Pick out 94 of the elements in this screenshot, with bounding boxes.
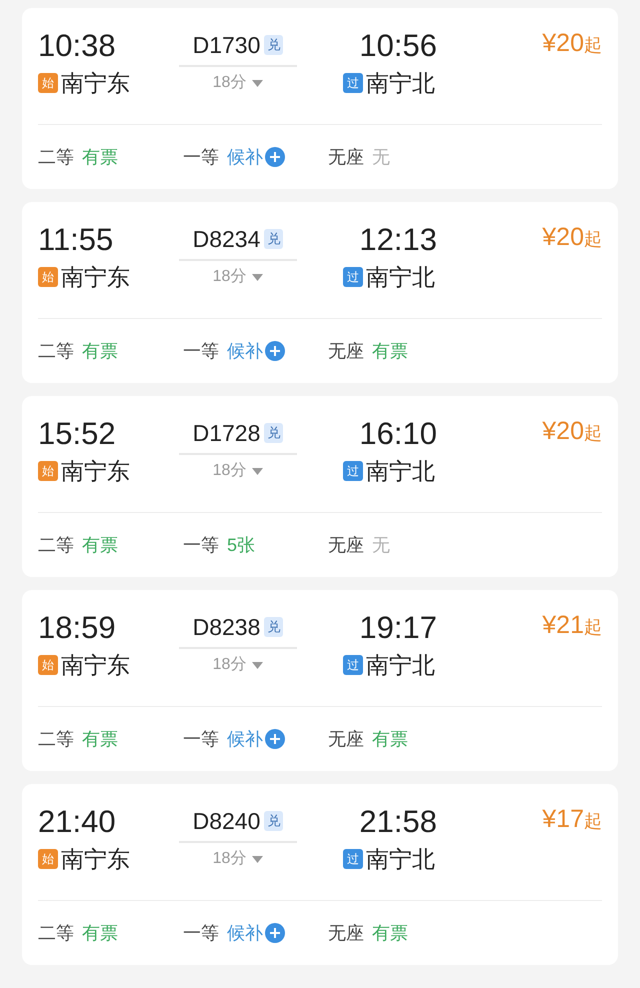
- seat-class: 无座: [328, 728, 364, 750]
- price-suffix: 起: [584, 616, 602, 639]
- seat-class: 一等: [183, 146, 219, 168]
- plus-icon[interactable]: [265, 729, 285, 749]
- seat-class: 一等: [183, 922, 219, 944]
- price: ¥20: [542, 28, 584, 58]
- train-card[interactable]: 21:40 始 南宁东 D8240 兑 18分 21:58 过 南宁北 ¥17起 二等 有票 一等 候补 无座 有票: [22, 784, 618, 965]
- seat-status: 有票: [82, 728, 118, 750]
- origin-badge: 始: [38, 267, 58, 287]
- price-suffix: 起: [584, 810, 602, 833]
- station-name: 南宁北: [366, 263, 435, 292]
- train-card[interactable]: 18:59 始 南宁东 D8238 兑 18分 19:17 过 南宁北 ¥21起 二等 有票 一等 候补 无座 有票: [22, 590, 618, 771]
- price: ¥20: [542, 222, 584, 252]
- station-name: 南宁北: [366, 651, 435, 680]
- station-name: 南宁东: [61, 457, 130, 486]
- departure-time: 10:38: [38, 28, 116, 64]
- pass-badge: 过: [343, 73, 363, 93]
- plus-icon[interactable]: [265, 923, 285, 943]
- seat-status: 无: [372, 534, 390, 556]
- seat-status: 有票: [372, 922, 408, 944]
- station-name: 南宁北: [366, 457, 435, 486]
- seat-status: 有票: [82, 534, 118, 556]
- departure-time: 15:52: [38, 416, 116, 452]
- seat-status: 候补: [227, 922, 263, 944]
- seat-class: 二等: [38, 534, 74, 556]
- train-number: D1730: [192, 30, 260, 60]
- seat-class: 二等: [38, 340, 74, 362]
- arrival-time: 16:10: [359, 416, 437, 452]
- caret-icon: [252, 856, 264, 862]
- station-name: 南宁东: [61, 845, 130, 874]
- train-card[interactable]: 15:52 始 南宁东 D1728 兑 18分 16:10 过 南宁北 ¥20起 二等 有票 一等 5张 无座 无: [22, 396, 618, 577]
- price: ¥17: [542, 804, 584, 834]
- seat-status: 有票: [82, 146, 118, 168]
- arrival-time: 21:58: [359, 804, 437, 840]
- origin-badge: 始: [38, 73, 58, 93]
- train-card[interactable]: 10:38 始 南宁东 D1730 兑 18分 10:56 过 南宁北 ¥20起 二等 有票 一等 候补 无座 无: [22, 8, 618, 189]
- plus-icon[interactable]: [265, 341, 285, 361]
- train-card[interactable]: 11:55 始 南宁东 D8234 兑 18分 12:13 过 南宁北 ¥20起 二等 有票 一等 候补 无座 有票: [22, 202, 618, 383]
- seat-status: 5张: [227, 534, 256, 556]
- station-name: 南宁东: [61, 263, 130, 292]
- seat-class: 无座: [328, 146, 364, 168]
- arrival-time: 10:56: [359, 28, 437, 64]
- seat-status: 有票: [372, 728, 408, 750]
- train-badge: 兑: [264, 423, 284, 443]
- departure-time: 18:59: [38, 610, 116, 646]
- train-badge: 兑: [264, 811, 284, 831]
- station-name: 南宁东: [61, 69, 130, 98]
- caret-icon: [252, 662, 264, 668]
- train-number: D1728: [192, 418, 260, 448]
- seat-class: 一等: [183, 728, 219, 750]
- seat-status: 有票: [372, 340, 408, 362]
- pass-badge: 过: [343, 267, 363, 287]
- station-name: 南宁北: [366, 845, 435, 874]
- seat-class: 二等: [38, 146, 74, 168]
- train-number: D8238: [192, 612, 260, 642]
- seat-class: 二等: [38, 922, 74, 944]
- pass-badge: 过: [343, 655, 363, 675]
- seat-class: 无座: [328, 534, 364, 556]
- price-suffix: 起: [584, 422, 602, 445]
- seat-status: 有票: [82, 922, 118, 944]
- seat-class: 二等: [38, 728, 74, 750]
- caret-icon: [252, 274, 264, 280]
- train-badge: 兑: [264, 35, 284, 55]
- pass-badge: 过: [343, 849, 363, 869]
- seat-class: 一等: [183, 340, 219, 362]
- caret-icon: [252, 468, 264, 474]
- seat-status: 有票: [82, 340, 118, 362]
- pass-badge: 过: [343, 461, 363, 481]
- origin-badge: 始: [38, 461, 58, 481]
- seat-class: 无座: [328, 340, 364, 362]
- origin-badge: 始: [38, 849, 58, 869]
- arrival-time: 19:17: [359, 610, 437, 646]
- seat-status: 候补: [227, 146, 263, 168]
- seat-status: 无: [372, 146, 390, 168]
- origin-badge: 始: [38, 655, 58, 675]
- train-number: D8234: [192, 224, 260, 254]
- price-suffix: 起: [584, 228, 602, 251]
- seat-class: 无座: [328, 922, 364, 944]
- train-badge: 兑: [264, 229, 284, 249]
- train-number: D8240: [192, 806, 260, 836]
- seat-status: 候补: [227, 340, 263, 362]
- seat-class: 一等: [183, 534, 219, 556]
- station-name: 南宁北: [366, 69, 435, 98]
- plus-icon[interactable]: [265, 147, 285, 167]
- price-suffix: 起: [584, 34, 602, 57]
- departure-time: 21:40: [38, 804, 116, 840]
- station-name: 南宁东: [61, 651, 130, 680]
- seat-status: 候补: [227, 728, 263, 750]
- caret-icon: [252, 80, 264, 86]
- price: ¥20: [542, 416, 584, 446]
- price: ¥21: [542, 610, 584, 640]
- arrival-time: 12:13: [359, 222, 437, 258]
- departure-time: 11:55: [38, 222, 114, 258]
- train-badge: 兑: [264, 617, 284, 637]
